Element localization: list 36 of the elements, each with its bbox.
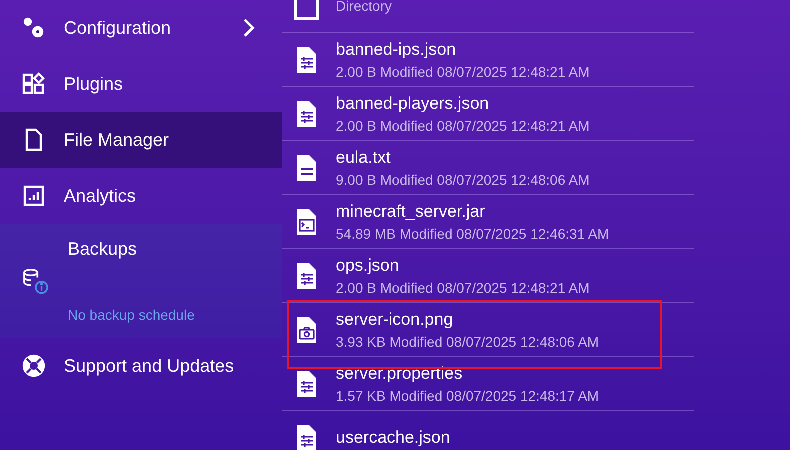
file-row[interactable]: server.properties 1.57 KB Modified 08/07/2025 12:48:17 AM: [282, 357, 694, 411]
file-name: ops.json: [336, 256, 400, 276]
file-name: usercache.json: [336, 428, 450, 448]
file-details: 54.89 MB Modified 08/07/2025 12:46:31 AM: [336, 226, 610, 242]
file-row[interactable]: Directory: [282, 0, 694, 33]
file-name: minecraft_server.jar: [336, 202, 486, 222]
sidebar-item[interactable]: Analytics: [0, 168, 282, 224]
lifebuoy-icon: [22, 354, 46, 378]
sidebar-item[interactable]: Configuration: [0, 0, 282, 56]
file-row[interactable]: usercache.json: [282, 411, 694, 450]
file-name: banned-players.json: [336, 94, 490, 114]
file-name: server.properties: [336, 364, 464, 384]
file-details: 2.00 B Modified 08/07/2025 12:48:21 AM: [336, 280, 590, 296]
sidebar-item[interactable]: Support and Updates: [0, 338, 282, 394]
file-name: server-icon.png: [336, 310, 454, 330]
file-row[interactable]: minecraft_server.jar 54.89 MB Modified 08/07/2025 12:46:31 AM: [282, 195, 694, 249]
file-row[interactable]: eula.txt 9.00 B Modified 08/07/2025 12:48:06 AM: [282, 141, 694, 195]
file-details: 2.00 B Modified 08/07/2025 12:48:21 AM: [336, 118, 590, 134]
file-details: 1.57 KB Modified 08/07/2025 12:48:17 AM: [336, 388, 600, 404]
file-name: banned-ips.json: [336, 40, 458, 60]
file-details: 3.93 KB Modified 08/07/2025 12:48:06 AM: [336, 334, 600, 350]
file-details: 2.00 B Modified 08/07/2025 12:48:21 AM: [336, 64, 590, 80]
backup-status: No backup schedule: [68, 307, 196, 323]
sidebar-item[interactable]: File Manager: [0, 112, 282, 168]
file-details: 9.00 B Modified 08/07/2025 12:48:06 AM: [336, 172, 590, 188]
file-details: Directory: [336, 0, 392, 14]
file-row[interactable]: ops.json 2.00 B Modified 08/07/2025 12:48:21 AM: [282, 249, 694, 303]
sidebar-item[interactable]: Backups No backup schedule: [0, 224, 282, 338]
database-info-icon: [22, 267, 50, 295]
chart-icon: [22, 184, 46, 208]
file-row[interactable]: server-icon.png 3.93 KB Modified 08/07/2025 12:48:06 AM: [282, 303, 694, 357]
file-name: eula.txt: [336, 148, 392, 168]
plugins-icon: [22, 72, 46, 96]
sidebar-item[interactable]: Plugins: [0, 56, 282, 112]
file-row[interactable]: banned-ips.json 2.00 B Modified 08/07/2025 12:48:21 AM: [282, 33, 694, 87]
file-row[interactable]: banned-players.json 2.00 B Modified 08/07/2025 12:48:21 AM: [282, 87, 694, 141]
